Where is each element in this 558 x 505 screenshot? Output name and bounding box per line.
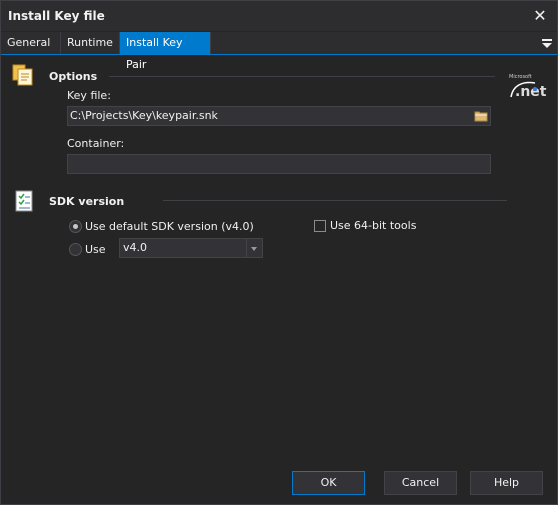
- documents-icon: [12, 64, 33, 86]
- use-sdk-radio[interactable]: [69, 243, 82, 256]
- options-divider: [109, 76, 495, 77]
- tab-general[interactable]: General: [1, 32, 61, 54]
- use-default-sdk-radio[interactable]: [69, 220, 82, 233]
- sdk-version-value: v4.0: [123, 241, 148, 254]
- sdk-divider: [163, 200, 507, 201]
- window-title: Install Key file: [8, 9, 105, 23]
- use-64bit-label[interactable]: Use 64-bit tools: [330, 219, 416, 232]
- folder-icon[interactable]: [473, 108, 489, 124]
- tab-install-key-pair[interactable]: Install Key Pair: [120, 32, 211, 71]
- title-bar: Install Key file ✕: [1, 1, 557, 31]
- cancel-button[interactable]: Cancel: [384, 471, 457, 495]
- tab-content: Options Key file: C:\Projects\Key\keypai…: [1, 55, 557, 465]
- svg-text:.net: .net: [515, 84, 547, 99]
- use-sdk-label[interactable]: Use: [85, 243, 106, 256]
- key-file-field[interactable]: C:\Projects\Key\keypair.snk: [67, 106, 491, 126]
- use-default-sdk-label[interactable]: Use default SDK version (v4.0): [85, 220, 254, 233]
- chevron-down-icon[interactable]: [246, 239, 262, 257]
- sdk-version-heading: SDK version: [49, 195, 125, 208]
- checklist-icon: [15, 190, 33, 212]
- close-icon[interactable]: ✕: [529, 5, 551, 27]
- tab-bar: General Runtime Install Key Pair: [1, 32, 557, 71]
- container-label: Container:: [67, 137, 125, 150]
- help-button[interactable]: Help: [470, 471, 543, 495]
- dialog-window: Install Key file ✕ General Runtime Insta…: [0, 0, 558, 505]
- hamburger-menu-icon[interactable]: [541, 37, 553, 49]
- sdk-version-select[interactable]: v4.0: [119, 238, 263, 258]
- ok-button[interactable]: OK: [292, 471, 365, 495]
- key-file-label: Key file:: [67, 89, 111, 102]
- key-file-value: C:\Projects\Key\keypair.snk: [70, 109, 218, 122]
- container-field[interactable]: [67, 154, 491, 174]
- use-64bit-checkbox[interactable]: [314, 220, 326, 232]
- tab-runtime[interactable]: Runtime: [61, 32, 120, 54]
- svg-text:Microsoft: Microsoft: [509, 74, 532, 80]
- options-heading: Options: [49, 70, 98, 83]
- dotnet-logo: Microsoft .net: [505, 71, 549, 99]
